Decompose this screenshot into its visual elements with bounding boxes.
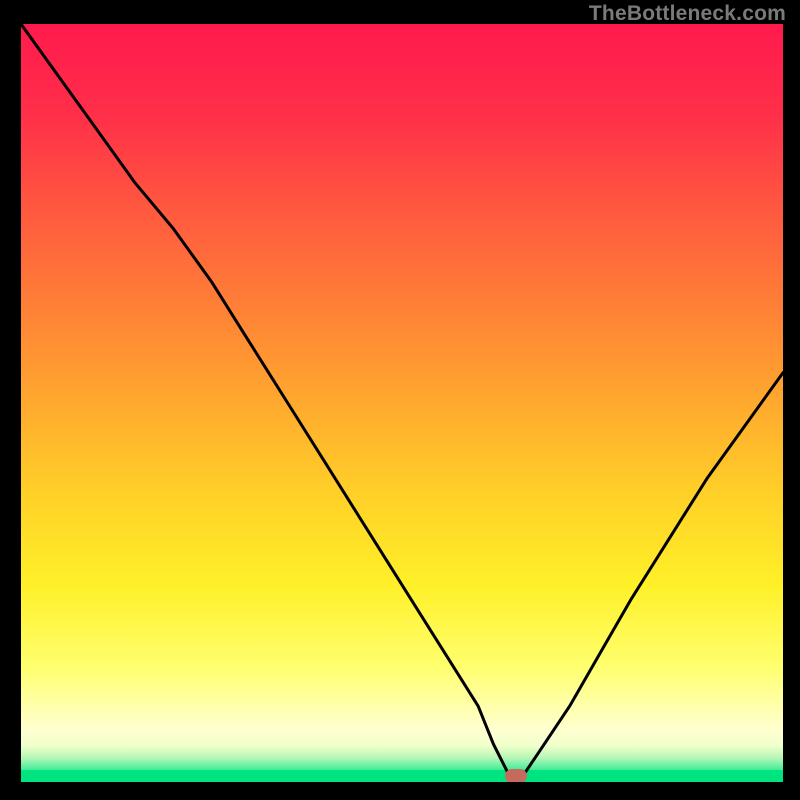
- chart-frame: TheBottleneck.com: [0, 0, 800, 800]
- optimal-marker-icon: [505, 769, 527, 782]
- watermark-label: TheBottleneck.com: [589, 2, 786, 26]
- green-strip: [21, 770, 783, 782]
- plot-area: [21, 24, 783, 782]
- background-gradient: [21, 24, 783, 782]
- green-fade: [21, 730, 783, 770]
